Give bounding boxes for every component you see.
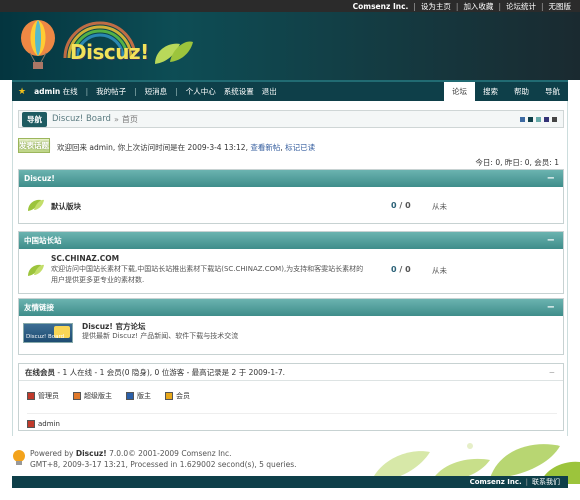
logout-link[interactable]: 退出 [258,86,281,97]
online-title: 在线会员 [25,367,55,377]
main-nav: ★ admin 在线 | 我的帖子 | 短消息 | 个人中心 系统设置 退出 论… [12,80,568,101]
welcome-message: 欢迎回来 admin, 你上次访问时间是在 2009-3-4 13:12, 查看… [57,143,316,152]
category-chinaz: 中国站长站 − SC.CHINAZ.COM 欢迎访问中国站长素材下载,中国站长站推… [18,231,564,294]
online-members: 在线会员 - 1 人在线 - 1 会员(0 隐身), 0 位游客 - 最高记录是… [18,363,564,431]
balloon-logo-icon[interactable] [18,20,58,70]
online-summary: - 1 人在线 - 1 会员(0 隐身), 0 位游客 - 最高记录是 2 于 … [57,367,286,377]
last-post: 从未 [432,202,447,211]
tab-forum[interactable]: 论坛 [444,82,475,101]
mark-read-link[interactable]: 标记已读 [285,143,315,152]
username-link[interactable]: admin [34,87,60,96]
breadcrumb-nav-button[interactable]: 导航 [22,111,47,127]
post-count: 0 [405,265,411,274]
text-version-link[interactable]: 无图版 [544,1,577,12]
thread-count: 0 [391,201,397,210]
category-header[interactable]: 友情链接 − [19,299,563,316]
tab-search[interactable]: 搜索 [475,82,506,101]
breadcrumb: 导航 Discuz! Board » 首页 [18,110,564,128]
collapse-icon[interactable]: − [547,235,555,246]
processing-info: GMT+8, 2009-3-17 13:21, Processed in 1.6… [30,460,297,469]
admin-icon [27,420,35,428]
moderator-icon [126,392,134,400]
view-new-posts-link[interactable]: 查看新帖 [250,143,280,152]
style-switcher[interactable] [520,116,557,122]
collapse-icon[interactable]: − [547,302,555,313]
forum-leaf-icon [28,199,44,211]
contact-us-link[interactable]: 联系我们 [528,477,564,487]
discuz-logo[interactable]: Discuz! [70,40,149,64]
category-header[interactable]: Discuz! − [19,170,563,187]
breadcrumb-site-link[interactable]: Discuz! Board [52,114,111,124]
forum-stats: 今日: 0, 昨日: 0, 会员: 1 [475,158,559,167]
member-legend: 管理员 超级版主 版主 会员 [27,391,563,401]
breadcrumb-current: 首页 [121,114,138,124]
user-status: 在线 [62,87,78,96]
category-discuz: Discuz! − 默认版块 0 / 0 从未 [18,169,564,224]
new-thread-button[interactable]: 发表话题 [18,138,50,153]
bottom-brand-link[interactable]: Comsenz Inc. [470,478,522,486]
forum-leaf-icon [28,264,44,276]
set-homepage-link[interactable]: 设为主页 [416,1,456,12]
post-count: 0 [405,201,411,210]
discuz-link[interactable]: Discuz! [76,449,107,458]
online-user-link[interactable]: admin [38,420,60,428]
forum-name-link[interactable]: 默认版块 [51,201,81,212]
settings-link[interactable]: 系统设置 [220,86,258,97]
my-posts-link[interactable]: 我的帖子 [92,86,130,97]
collapse-icon[interactable]: − [547,173,555,184]
category-links: 友情链接 − Discuz! Board Discuz! 官方论坛 提供最新 Di… [18,298,564,355]
link-row: Discuz! Board Discuz! 官方论坛 提供最新 Discuz! … [19,316,563,354]
add-favorite-link[interactable]: 加入收藏 [458,1,498,12]
tab-help[interactable]: 帮助 [506,82,537,101]
powered-by: Powered by Discuz! 7.0.0© 2001-2009 Coms… [30,449,232,458]
discuz-board-badge[interactable]: Discuz! Board [23,323,73,343]
messages-link[interactable]: 短消息 [141,86,172,97]
site-header: Discuz! [0,12,580,80]
main-content: 导航 Discuz! Board » 首页 发表话题 欢迎回来 admin, 你… [12,101,568,436]
leaves-decoration [155,41,193,64]
top-brand-link[interactable]: Comsenz Inc. [348,2,414,11]
category-header[interactable]: 中国站长站 − [19,232,563,249]
profile-link[interactable]: 个人中心 [182,86,220,97]
forum-row: SC.CHINAZ.COM 欢迎访问中国站长素材下载,中国站长站推出素材下载站(… [19,249,563,293]
forum-stats-link[interactable]: 论坛统计 [501,1,541,12]
last-post: 从未 [432,266,447,275]
thread-count: 0 [391,265,397,274]
tab-navigation[interactable]: 导航 [537,82,568,101]
member-icon [165,392,173,400]
super-moderator-icon [73,392,81,400]
forum-row: 默认版块 0 / 0 从未 [19,187,563,223]
collapse-icon[interactable]: − [549,368,555,377]
top-bar: Comsenz Inc. | 设为主页 | 加入收藏 | 论坛统计 | 无图版 [0,0,580,12]
admin-icon [27,392,35,400]
forum-description: 欢迎访问中国站长素材下载,中国站长站推出素材下载站(SC.CHINAZ.COM)… [51,265,364,284]
online-user: admin [27,413,557,428]
bottom-bar: Comsenz Inc. | 联系我们 [12,476,568,488]
link-description: 提供最新 Discuz! 产品新闻、软件下载与技术交流 [82,332,239,340]
lightbulb-icon [13,450,25,465]
star-icon: ★ [18,86,27,97]
forum-name-link[interactable]: SC.CHINAZ.COM [51,254,119,263]
